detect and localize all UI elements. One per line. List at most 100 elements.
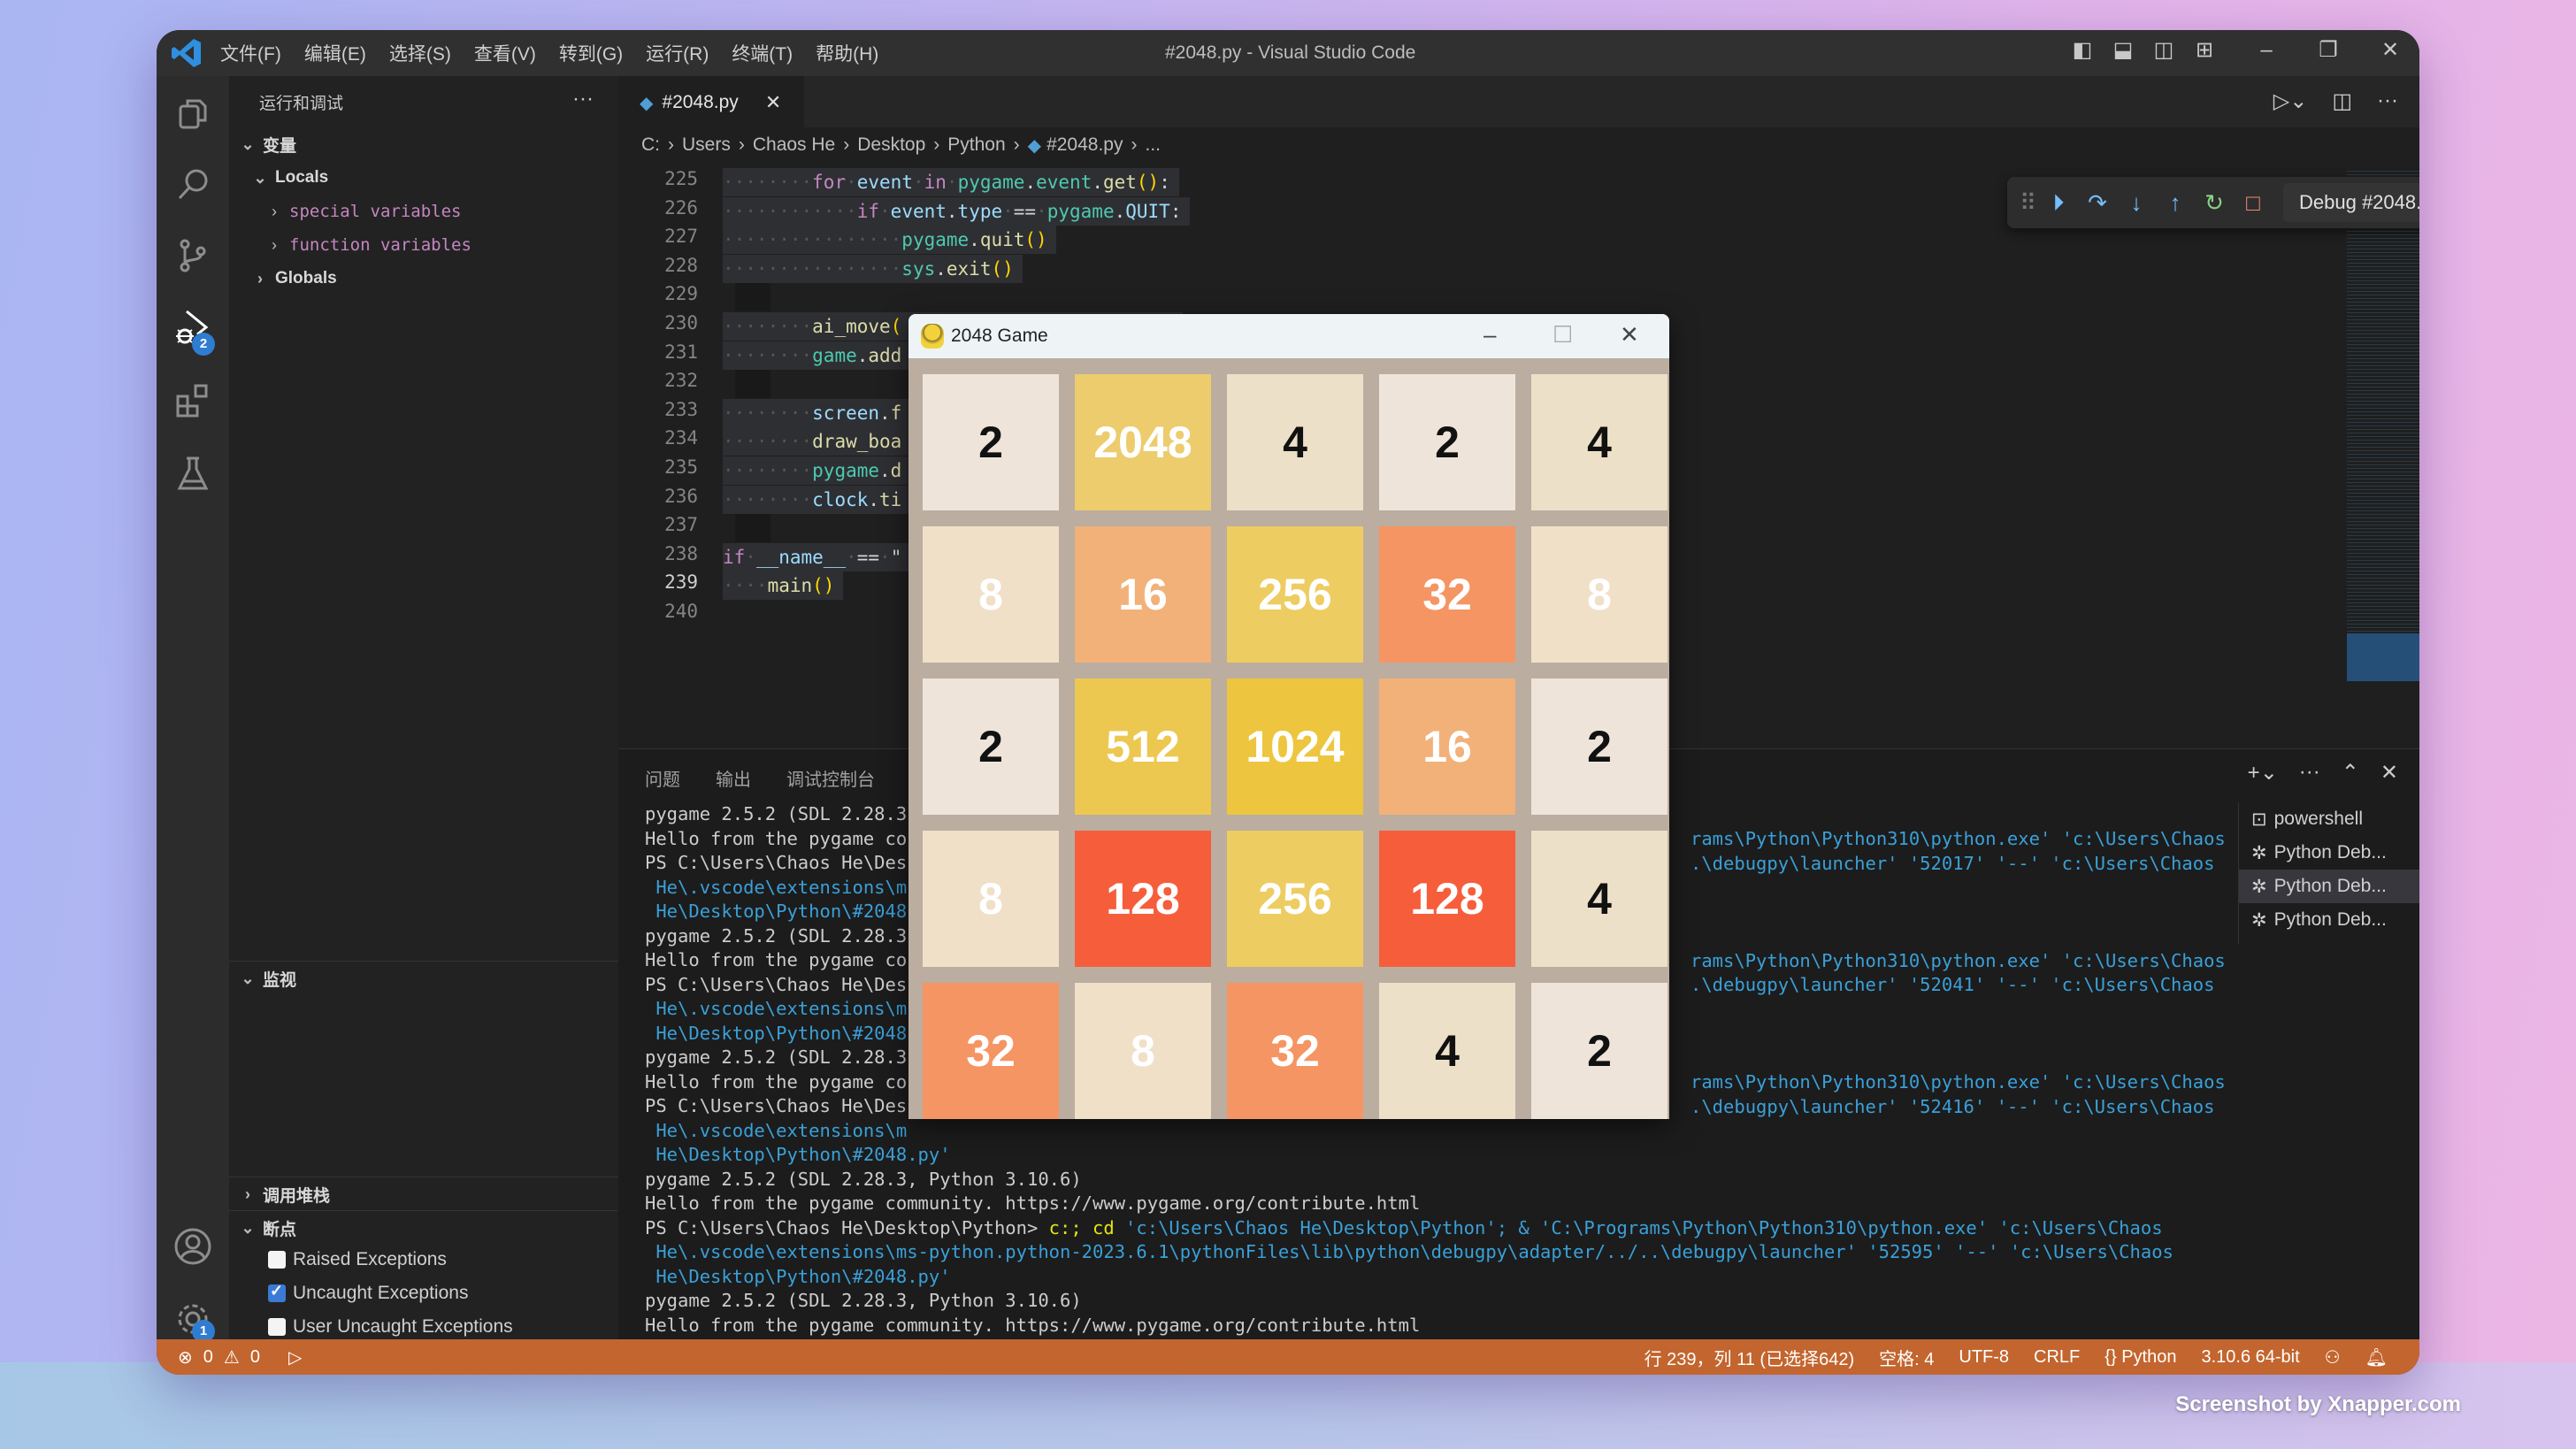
step-over-icon[interactable]: ↷ — [2085, 190, 2110, 215]
step-out-icon[interactable]: ↑ — [2163, 190, 2188, 215]
line-number: 237 — [664, 514, 698, 536]
restart-icon[interactable]: ↻ — [2202, 190, 2227, 215]
minimap[interactable] — [2347, 168, 2419, 681]
more-actions-icon[interactable]: ··· — [572, 87, 594, 111]
variables-section-header[interactable]: ⌄ 变量 — [229, 127, 618, 161]
code-line: ········for·event·in·pygame.event.get(): — [723, 168, 1179, 196]
toggle-panel-icon[interactable]: ⬓ — [2112, 39, 2135, 62]
continue-icon[interactable]: ⏵ — [2046, 190, 2071, 215]
menu-run[interactable]: 运行(R) — [646, 40, 709, 66]
menu-edit[interactable]: 编辑(E) — [304, 40, 366, 66]
step-into-icon[interactable]: ↓ — [2124, 190, 2149, 215]
search-icon[interactable] — [172, 165, 213, 205]
game-board[interactable]: 2 2048 4 2 4 8 16 256 32 8 2 512 1024 16 2 8 128 256 128 4 3… — [923, 374, 1668, 1119]
special-variables-node[interactable]: › special variables — [229, 195, 618, 228]
menu-terminal[interactable]: 终端(T) — [732, 40, 793, 66]
globals-scope[interactable]: › Globals — [229, 262, 618, 295]
debug-toolbar: ⠿ ⏵ ↷ ↓ ↑ ↻ □ Debug #2048.py ⌄ — [2007, 177, 2419, 228]
new-terminal-icon[interactable]: +⌄ — [2248, 760, 2278, 786]
tab-debug-console[interactable]: 调试控制台 — [786, 765, 875, 791]
toggle-primary-sidebar-icon[interactable]: ◧ — [2071, 39, 2094, 62]
stop-icon[interactable]: □ — [2241, 190, 2266, 215]
tab-output[interactable]: 输出 — [716, 765, 751, 791]
notifications-bell-icon[interactable]: 🔔︎ — [2365, 1346, 2388, 1368]
breadcrumb: C: › Users › Chaos He › Desktop › Python › ◆ … — [641, 134, 1161, 156]
toggle-secondary-sidebar-icon[interactable]: ◫ — [2152, 39, 2175, 62]
minimize-icon[interactable]: – — [2255, 39, 2278, 62]
code-line: ····main() — [723, 571, 844, 601]
terminal-item-python-debug[interactable]: ✲ Python Deb... — [2239, 903, 2419, 937]
terminal-item-python-debug[interactable]: ✲ Python Deb... — [2239, 836, 2419, 870]
close-panel-icon[interactable]: ✕ — [2380, 760, 2398, 786]
python-interpreter[interactable]: 3.10.6 64-bit — [2201, 1347, 2299, 1368]
locals-scope[interactable]: ⌄ Locals — [229, 161, 618, 195]
testing-icon[interactable] — [172, 453, 213, 494]
menu-file[interactable]: 文件(F) — [220, 40, 281, 66]
game-close-icon[interactable]: ✕ — [1620, 321, 1639, 349]
breakpoint-uncaught-exceptions[interactable]: Uncaught Exceptions — [268, 1282, 468, 1304]
split-editor-icon[interactable]: ◫ — [2332, 88, 2352, 114]
python-file-icon: ◆ — [1027, 135, 1042, 156]
tab-2048-py[interactable]: ◆ #2048.py ✕ — [618, 76, 804, 127]
drag-handle-icon[interactable]: ⠿ — [2020, 190, 2036, 215]
checkbox[interactable] — [268, 1318, 286, 1336]
source-control-icon[interactable] — [172, 235, 213, 276]
minimap-viewport[interactable] — [2347, 633, 2419, 681]
line-number: 236 — [664, 485, 698, 507]
cursor-position[interactable]: 行 239，列 11 (已选择642) — [1644, 1345, 1855, 1370]
terminal-item-python-debug-active[interactable]: ✲ Python Deb... — [2239, 870, 2419, 903]
restore-icon[interactable]: ❐ — [2317, 39, 2340, 62]
close-icon[interactable]: ✕ — [2379, 39, 2402, 62]
debug-status-icon[interactable]: ▷ — [288, 1346, 302, 1368]
customize-layout-icon[interactable]: ⊞ — [2193, 39, 2216, 62]
function-variables-node[interactable]: › function variables — [229, 228, 618, 262]
watch-section-header[interactable]: ⌄ 监视 — [229, 961, 618, 996]
menu-selection[interactable]: 选择(S) — [389, 40, 451, 66]
screenshot-credit: Screenshot by Xnapper.com — [2175, 1392, 2461, 1416]
run-debug-dropdown-icon[interactable]: ▷⌄ — [2273, 88, 2308, 114]
terminal-item-powershell[interactable]: ⊡ powershell — [2239, 802, 2419, 836]
menu-help[interactable]: 帮助(H) — [816, 40, 878, 66]
line-ending[interactable]: CRLF — [2034, 1347, 2080, 1368]
pygame-snake-icon — [921, 324, 944, 349]
maximize-panel-icon[interactable]: ⌃ — [2342, 760, 2359, 786]
debug-bug-icon: ✲ — [2251, 909, 2267, 931]
extensions-icon[interactable] — [172, 380, 213, 421]
checkbox-checked[interactable] — [268, 1282, 286, 1302]
language-mode[interactable]: {} Python — [2104, 1347, 2176, 1368]
checkbox[interactable] — [268, 1251, 286, 1269]
game-tile: 2 — [1531, 678, 1668, 815]
call-stack-section-header[interactable]: › 调用堆栈 — [229, 1177, 618, 1212]
account-icon[interactable] — [172, 1226, 213, 1267]
errors-icon[interactable]: ⊗ — [178, 1346, 193, 1368]
indentation[interactable]: 空格: 4 — [1879, 1345, 1934, 1370]
settings-gear-icon[interactable]: 1 — [172, 1299, 215, 1343]
chevron-right-icon: › — [257, 269, 263, 288]
feedback-icon[interactable]: ⚇ — [2325, 1346, 2341, 1368]
editor-more-icon[interactable]: ··· — [2377, 88, 2398, 114]
breakpoint-user-uncaught-exceptions[interactable]: User Uncaught Exceptions — [268, 1316, 513, 1338]
game-tile: 4 — [1227, 374, 1363, 510]
game-minimize-icon[interactable]: – — [1484, 321, 1496, 349]
debug-config-select[interactable]: Debug #2048.py ⌄ — [2283, 183, 2419, 222]
tab-problems[interactable]: 问题 — [645, 765, 680, 791]
menu-go[interactable]: 转到(G) — [559, 40, 623, 66]
explorer-icon[interactable] — [172, 94, 213, 134]
warning-icon[interactable]: ⚠ — [224, 1346, 240, 1368]
menu-view[interactable]: 查看(V) — [474, 40, 536, 66]
breakpoints-section-header[interactable]: ⌄ 断点 — [229, 1210, 618, 1246]
close-tab-icon[interactable]: ✕ — [765, 91, 781, 114]
run-and-debug-icon[interactable]: 2 — [172, 308, 215, 356]
game-tile: 8 — [1075, 983, 1211, 1119]
breakpoint-raised-exceptions[interactable]: Raised Exceptions — [268, 1249, 447, 1270]
error-count[interactable]: 0 — [203, 1347, 213, 1368]
encoding[interactable]: UTF-8 — [1959, 1347, 2009, 1368]
panel-more-icon[interactable]: ··· — [2299, 760, 2320, 786]
warning-count[interactable]: 0 — [250, 1347, 260, 1368]
game-maximize-icon[interactable]: ☐ — [1552, 321, 1573, 349]
game-tile: 16 — [1075, 526, 1211, 663]
code-line-empty — [735, 370, 770, 399]
terminal-line: rams\Python\Python310\python.exe' 'c:\Us… — [1690, 949, 2226, 971]
